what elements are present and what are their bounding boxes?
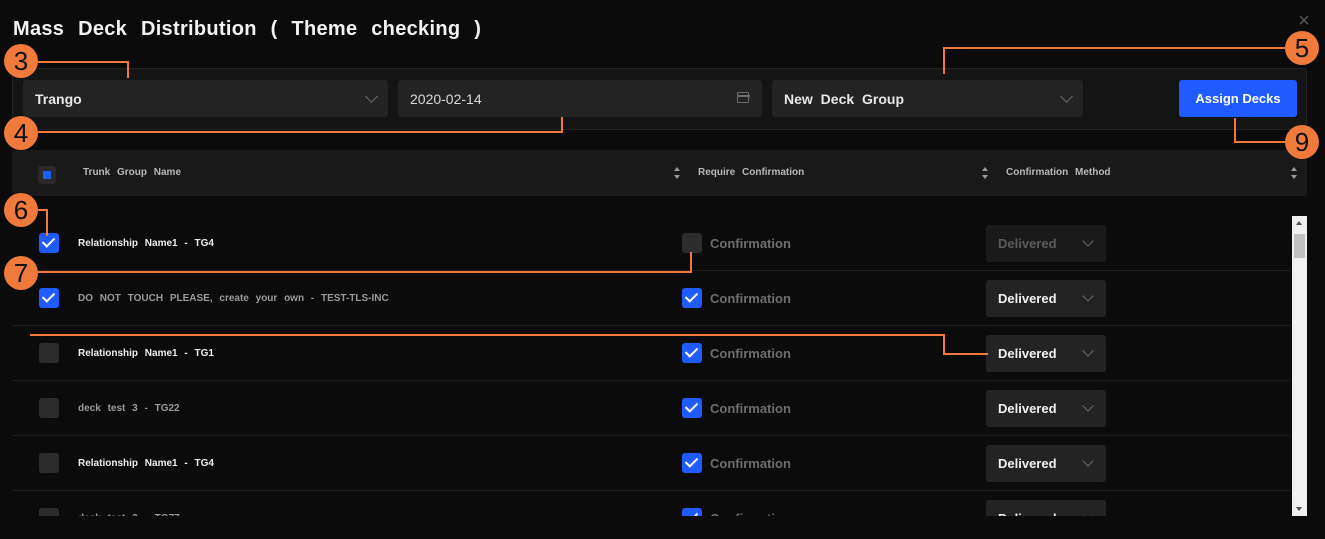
callout-9: 9 bbox=[1285, 125, 1319, 159]
callout-line-4 bbox=[38, 117, 563, 133]
callout-line-6 bbox=[38, 209, 48, 236]
callout-line-3 bbox=[38, 61, 129, 78]
callout-line-8 bbox=[30, 334, 988, 355]
callout-line-5 bbox=[943, 47, 1286, 74]
callout-line-9 bbox=[1234, 118, 1286, 143]
callout-5: 5 bbox=[1285, 31, 1319, 65]
callout-lines bbox=[30, 47, 1286, 355]
callout-line-7 bbox=[38, 252, 692, 273]
callout-7: 7 bbox=[4, 256, 38, 290]
callout-6: 6 bbox=[4, 193, 38, 227]
callout-3: 3 bbox=[4, 44, 38, 78]
callout-4: 4 bbox=[4, 116, 38, 150]
